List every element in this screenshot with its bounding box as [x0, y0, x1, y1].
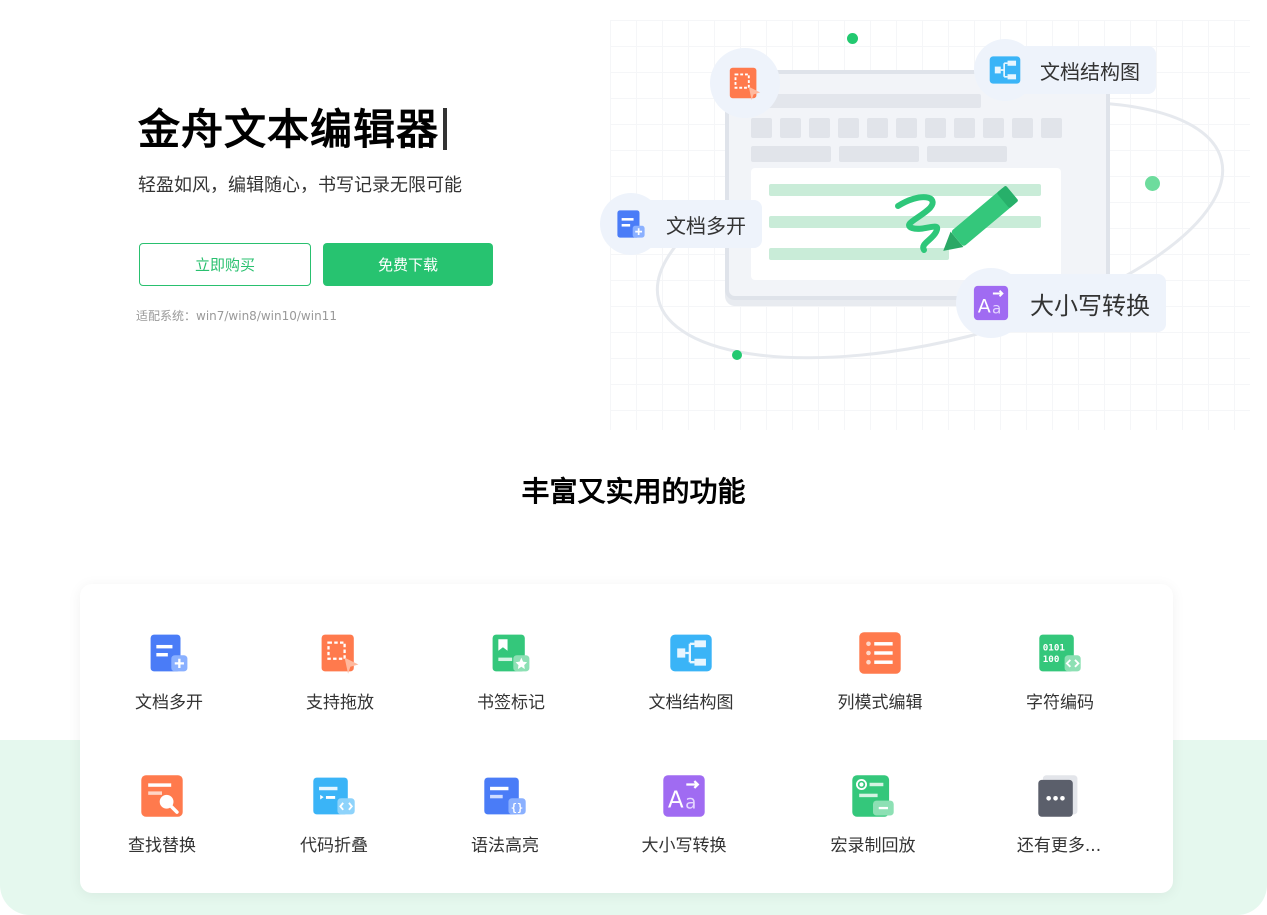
feature-case-convert[interactable]: A a 大小写转换 — [614, 773, 754, 856]
chip-doc-structure-label: 文档结构图 — [1040, 59, 1140, 84]
bookmark-icon — [492, 634, 530, 672]
feature-more[interactable]: 还有更多... — [989, 773, 1129, 856]
feature-column-edit[interactable]: 列模式编辑 — [810, 630, 950, 713]
toolbar-row — [751, 146, 1007, 162]
doc-structure-icon — [670, 634, 712, 672]
drag-drop-icon — [729, 67, 761, 101]
chip-case-convert-label: 大小写转换 — [1030, 291, 1150, 320]
decor-dot — [1145, 176, 1160, 191]
doc-multi-icon — [150, 634, 188, 672]
drag-drop-icon — [321, 634, 359, 674]
feature-label: 支持拖放 — [306, 693, 374, 713]
svg-text:100: 100 — [1043, 654, 1060, 665]
chip-case-convert: A a 大小写转换 — [956, 268, 1166, 338]
feature-doc-structure[interactable]: 文档结构图 — [621, 630, 761, 713]
feature-doc-multi[interactable]: 文档多开 — [99, 630, 239, 713]
chip-doc-structure: 文档结构图 — [974, 39, 1156, 101]
feature-label: 大小写转换 — [641, 836, 727, 856]
feature-label: 还有更多... — [1016, 836, 1102, 856]
free-download-button[interactable]: 免费下载 — [323, 243, 493, 286]
feature-drag-drop[interactable]: 支持拖放 — [270, 630, 410, 713]
svg-text:a: a — [992, 299, 1001, 317]
feature-label: 查找替换 — [128, 836, 196, 856]
decor-dot — [732, 350, 742, 360]
page-subtitle: 轻盈如风，编辑随心，书写记录无限可能 — [138, 175, 462, 196]
feature-label: 宏录制回放 — [830, 836, 916, 856]
doc-structure-icon — [989, 56, 1021, 84]
svg-text:0101: 0101 — [1043, 643, 1066, 654]
svg-text:A: A — [978, 296, 991, 318]
features-card: 文档多开 支持拖放 书签标记 文档结构图 列模式编辑 0101 100 字符编码… — [80, 584, 1173, 893]
feature-label: 文档多开 — [135, 693, 203, 713]
feature-syntax-highlight[interactable]: {} 语法高亮 — [435, 773, 575, 856]
macro-record-icon — [852, 775, 894, 817]
case-convert-icon: A a — [973, 285, 1009, 321]
decor-dot — [847, 33, 858, 44]
keyboard-row — [751, 118, 1062, 138]
case-convert-icon: A a — [663, 775, 705, 817]
column-edit-icon — [859, 632, 901, 674]
features-title: 丰富又实用的功能 — [521, 475, 746, 508]
compat-systems: 适配系统：win7/win8/win10/win11 — [136, 309, 337, 323]
code-fold-icon — [313, 777, 355, 815]
feature-label: 文档结构图 — [648, 693, 734, 713]
syntax-highlight-icon: {} — [484, 777, 526, 815]
page-title: 金舟文本编辑器 — [138, 96, 448, 157]
drag-drop-bubble — [710, 48, 780, 118]
pen-icon — [895, 186, 1018, 253]
svg-text:a: a — [685, 793, 696, 814]
feature-label: 列模式编辑 — [837, 693, 923, 713]
more-icon — [1038, 775, 1078, 817]
page-title-text: 金舟文本编辑器 — [138, 105, 440, 154]
feature-label: 代码折叠 — [300, 836, 368, 856]
feature-char-encoding[interactable]: 0101 100 字符编码 — [990, 630, 1130, 713]
hero-illustration: 文档结构图 文档多开 A a 大小写转换 — [590, 20, 1260, 440]
feature-bookmark[interactable]: 书签标记 — [441, 630, 581, 713]
char-encoding-icon: 0101 100 — [1039, 634, 1081, 672]
feature-label: 字符编码 — [1026, 693, 1094, 713]
svg-text:{}: {} — [511, 802, 523, 814]
feature-find-replace[interactable]: 查找替换 — [92, 773, 232, 856]
svg-text:A: A — [668, 788, 684, 814]
doc-multi-icon — [617, 210, 645, 238]
feature-label: 语法高亮 — [471, 836, 539, 856]
find-replace-icon — [141, 775, 183, 817]
feature-macro-record[interactable]: 宏录制回放 — [803, 773, 943, 856]
chip-doc-multi: 文档多开 — [600, 193, 762, 255]
window-title-bar — [751, 94, 981, 108]
text-caret — [443, 108, 448, 150]
chip-doc-multi-label: 文档多开 — [666, 213, 746, 238]
feature-code-fold[interactable]: 代码折叠 — [264, 773, 404, 856]
feature-label: 书签标记 — [477, 693, 545, 713]
buy-now-button[interactable]: 立即购买 — [139, 243, 311, 286]
